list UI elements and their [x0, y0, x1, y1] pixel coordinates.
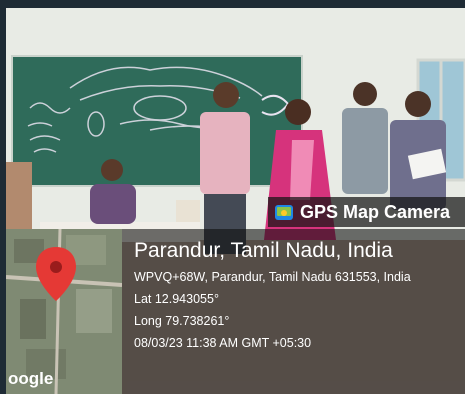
app-title: GPS Map Camera: [300, 201, 451, 222]
address-line: WPVQ+68W, Parandur, Tamil Nadu 631553, I…: [134, 270, 411, 284]
latitude-line: Lat 12.943055°: [134, 292, 219, 306]
gps-camera-badge: GPS Map Camera: [268, 197, 465, 227]
camera-icon: [275, 205, 293, 220]
blackboard: [11, 55, 303, 187]
longitude-line: Long 79.738261°: [134, 314, 230, 328]
datetime-line: 08/03/23 11:38 AM GMT +05:30: [134, 336, 312, 350]
place-name: Parandur, Tamil Nadu, India: [134, 239, 393, 262]
location-info: Parandur, Tamil Nadu, India WPVQ+68W, Pa…: [134, 238, 465, 351]
photo-frame: GPS Map Camera oogle Parandur, Tamil Nad…: [0, 0, 465, 394]
map-brand-label: oogle: [8, 369, 54, 388]
